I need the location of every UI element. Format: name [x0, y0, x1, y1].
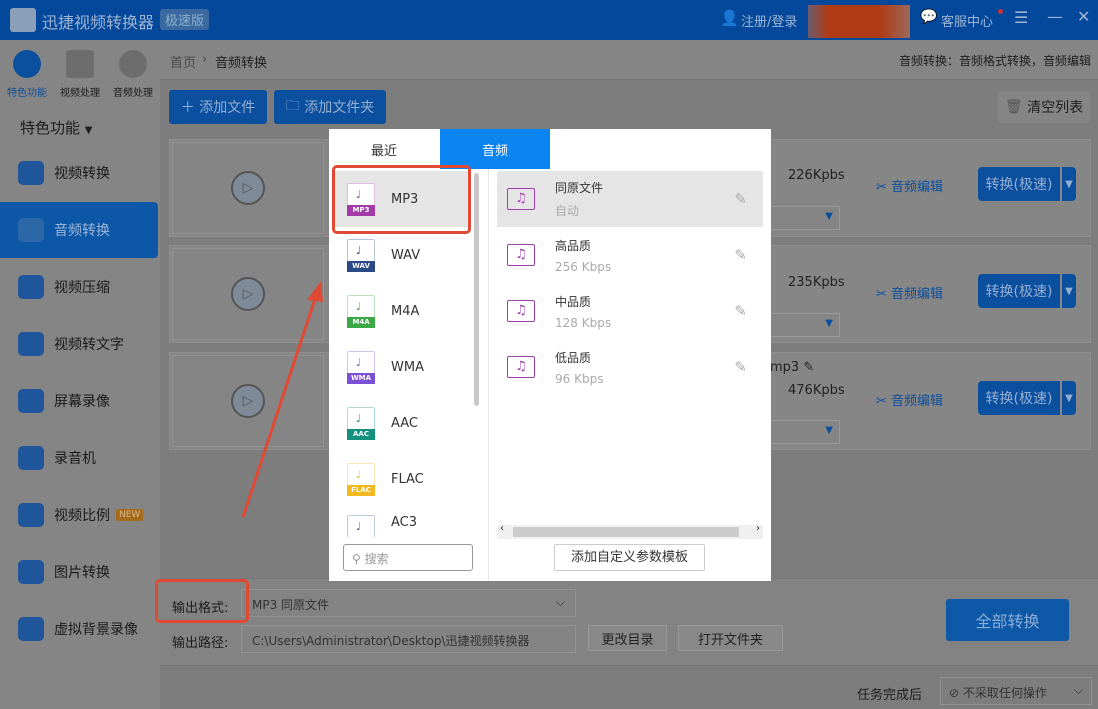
annotation-arrow — [0, 0, 1098, 709]
